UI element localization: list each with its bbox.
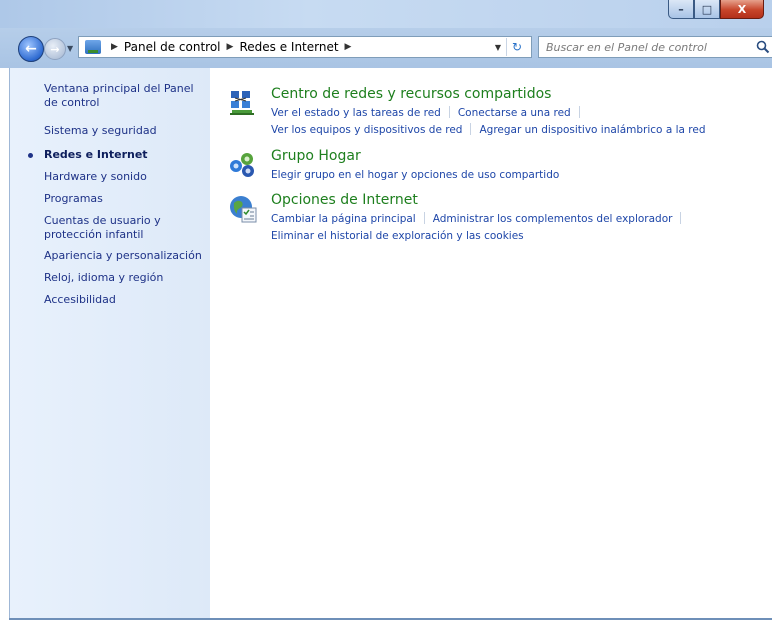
category-title-homegroup[interactable]: Grupo Hogar xyxy=(271,148,361,164)
caption-buttons: – □ X xyxy=(668,0,764,20)
address-bar[interactable]: ▶ Panel de control ▶ Redes e Internet ▶ … xyxy=(78,36,532,58)
breadcrumb-separator-icon[interactable]: ▶ xyxy=(345,42,352,52)
control-panel-icon xyxy=(85,40,101,54)
close-button[interactable]: X xyxy=(720,0,764,19)
network-center-icon[interactable] xyxy=(228,88,258,118)
link-delete-browsing-history[interactable]: Eliminar el historial de exploración y l… xyxy=(271,230,524,242)
links-row: Cambiar la página principal Administrar l… xyxy=(271,212,689,226)
sidebar-item-clock-language[interactable]: Reloj, idioma y región xyxy=(44,271,204,285)
sidebar-item-system-security[interactable]: Sistema y seguridad xyxy=(44,124,204,138)
breadcrumb-panel-de-control[interactable]: Panel de control xyxy=(124,40,221,54)
control-panel-window: – □ X ← → ▼ ▶ Panel de control ▶ Redes e… xyxy=(0,0,772,620)
window-chrome: – □ X ← → ▼ ▶ Panel de control ▶ Redes e… xyxy=(0,0,772,68)
link-separator xyxy=(470,123,472,135)
back-arrow-icon: ← xyxy=(25,41,37,57)
recent-pages-dropdown-icon[interactable]: ▼ xyxy=(67,44,73,53)
refresh-icon: ↻ xyxy=(511,40,523,54)
refresh-button[interactable]: ↻ xyxy=(506,38,527,56)
maximize-button[interactable]: □ xyxy=(694,0,720,19)
breadcrumb-separator-icon[interactable]: ▶ xyxy=(227,42,234,52)
link-separator xyxy=(680,212,682,224)
main-content: Centro de redes y recursos compartidos V… xyxy=(210,68,772,620)
sidebar-item-network-internet[interactable]: Redes e Internet xyxy=(44,148,204,162)
address-dropdown-icon[interactable]: ▼ xyxy=(495,43,501,52)
search-box[interactable] xyxy=(538,36,772,58)
link-separator xyxy=(578,106,580,118)
breadcrumb-redes-e-internet[interactable]: Redes e Internet xyxy=(239,40,338,54)
category-title-network-center[interactable]: Centro de redes y recursos compartidos xyxy=(271,86,551,102)
internet-options-icon[interactable] xyxy=(228,194,258,224)
links-row: Ver el estado y las tareas de red Conecta… xyxy=(271,106,588,120)
navigation-pane: Ventana principal del Panel de control S… xyxy=(9,68,210,620)
minimize-button[interactable]: – xyxy=(668,0,694,19)
breadcrumb-separator-icon[interactable]: ▶ xyxy=(111,42,118,52)
link-add-wireless-device[interactable]: Agregar un dispositivo inalámbrico a la … xyxy=(479,124,705,136)
forward-arrow-icon: → xyxy=(50,42,60,56)
search-icon[interactable] xyxy=(756,40,770,54)
search-input[interactable] xyxy=(544,39,748,55)
sidebar-item-appearance[interactable]: Apariencia y personalización xyxy=(44,249,204,263)
sidebar-item-user-accounts[interactable]: Cuentas de usuario y protección infantil xyxy=(44,214,204,242)
link-manage-addons[interactable]: Administrar los complementos del explora… xyxy=(433,213,673,225)
title-bar xyxy=(0,0,772,28)
link-choose-homegroup[interactable]: Elegir grupo en el hogar y opciones de u… xyxy=(271,169,559,181)
current-item-bullet-icon xyxy=(28,153,33,158)
forward-button[interactable]: → xyxy=(44,38,66,60)
back-button[interactable]: ← xyxy=(18,36,44,62)
link-change-homepage[interactable]: Cambiar la página principal xyxy=(271,213,416,225)
sidebar-item-panel-home[interactable]: Ventana principal del Panel de control xyxy=(44,82,204,110)
link-view-network-status[interactable]: Ver el estado y las tareas de red xyxy=(271,107,441,119)
sidebar-item-accessibility[interactable]: Accesibilidad xyxy=(44,293,204,307)
sidebar-item-hardware-sound[interactable]: Hardware y sonido xyxy=(44,170,204,184)
link-separator xyxy=(448,106,450,118)
links-row: Elegir grupo en el hogar y opciones de u… xyxy=(271,168,559,182)
link-connect-network[interactable]: Conectarse a una red xyxy=(458,107,571,119)
links-row: Eliminar el historial de exploración y l… xyxy=(271,229,524,243)
link-view-network-devices[interactable]: Ver los equipos y dispositivos de red xyxy=(271,124,462,136)
link-separator xyxy=(423,212,425,224)
category-title-internet-options[interactable]: Opciones de Internet xyxy=(271,192,418,208)
sidebar-item-programs[interactable]: Programas xyxy=(44,192,204,206)
links-row: Ver los equipos y dispositivos de red Agr… xyxy=(271,123,706,137)
homegroup-icon[interactable] xyxy=(228,150,258,180)
